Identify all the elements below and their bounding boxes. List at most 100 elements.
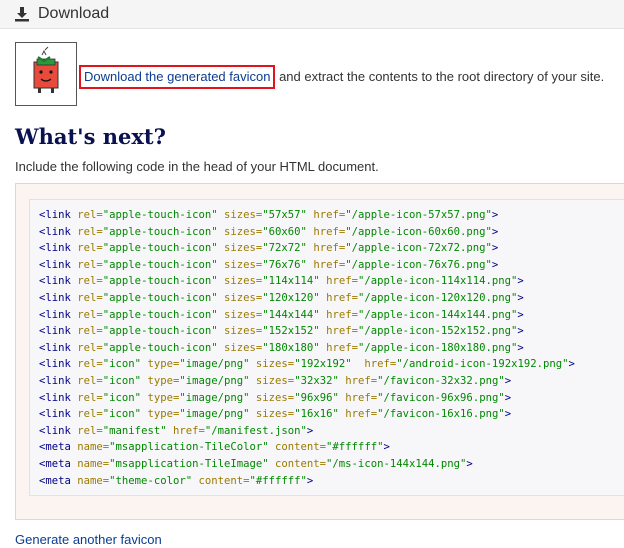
code-token: href= xyxy=(172,424,205,437)
code-token: type= xyxy=(147,391,180,404)
code-token: "#ffffff" xyxy=(249,474,307,487)
download-favicon-link[interactable]: Download the generated favicon xyxy=(79,65,276,89)
code-token: rel= xyxy=(77,258,103,271)
code-token: "apple-touch-icon" xyxy=(102,325,218,338)
code-token: > xyxy=(517,325,524,338)
code-token: "76x76" xyxy=(262,258,307,271)
code-token: "image/png" xyxy=(179,358,250,371)
code-token: "msapplication-TileImage" xyxy=(109,457,269,470)
code-token: "/apple-icon-114x114.png" xyxy=(357,275,518,288)
code-token: "image/png" xyxy=(179,408,250,421)
code-token: sizes= xyxy=(224,291,263,304)
code-token: > xyxy=(504,408,512,421)
code-token: sizes= xyxy=(224,341,263,354)
code-line: <meta name="msapplication-TileColor" con… xyxy=(39,439,624,456)
code-line: <link rel="apple-touch-icon" sizes="144x… xyxy=(39,307,624,324)
code-token: "icon" xyxy=(102,391,142,404)
code-token: > xyxy=(491,225,499,238)
code-token: <link xyxy=(39,341,71,354)
code-token: sizes= xyxy=(224,209,263,221)
code-token: "apple-touch-icon" xyxy=(102,341,218,354)
download-instructions: Download the generated favicon and extra… xyxy=(79,65,604,89)
code-token: href= xyxy=(345,391,378,404)
code-token: "/android-icon-192x192.png" xyxy=(396,358,569,371)
code-token: <link xyxy=(39,424,71,437)
code-token: sizes= xyxy=(255,408,295,421)
code-token: name= xyxy=(77,441,110,454)
code-token: > xyxy=(383,441,390,454)
code-token: <link xyxy=(39,391,71,404)
code-token: "msapplication-TileColor" xyxy=(109,441,269,454)
code-token: type= xyxy=(147,408,180,421)
code-token: <link xyxy=(39,408,71,421)
code-token: "apple-touch-icon" xyxy=(102,308,218,321)
code-token: sizes= xyxy=(255,391,295,404)
code-token: > xyxy=(466,457,473,470)
code-token: rel= xyxy=(77,374,103,387)
code-token: sizes= xyxy=(224,308,263,321)
code-token: href= xyxy=(345,374,378,387)
code-token: rel= xyxy=(77,291,103,304)
code-token: <link xyxy=(39,225,71,238)
code-line: <link rel="apple-touch-icon" sizes="180x… xyxy=(39,340,624,357)
download-header: Download xyxy=(0,0,624,29)
code-token: "152x152" xyxy=(262,325,320,338)
code-token: sizes= xyxy=(224,258,263,271)
code-token: content= xyxy=(275,441,327,454)
code-token: "icon" xyxy=(102,408,142,421)
code-token: rel= xyxy=(77,225,103,238)
code-line: <link rel="apple-touch-icon" sizes="72x7… xyxy=(39,240,624,257)
code-token: <link xyxy=(39,242,71,255)
favicon-image-icon xyxy=(33,46,59,93)
code-token: "/ms-icon-144x144.png" xyxy=(326,457,467,470)
code-token: type= xyxy=(147,358,180,371)
code-line: <meta name="msapplication-TileImage" con… xyxy=(39,456,624,473)
code-token: > xyxy=(491,242,499,255)
code-line: <meta name="theme-color" content="#fffff… xyxy=(39,473,624,490)
code-token: rel= xyxy=(77,391,103,404)
code-block[interactable]: <link rel="apple-touch-icon" sizes="57x5… xyxy=(29,199,624,496)
download-instructions-text: and extract the contents to the root dir… xyxy=(275,69,605,84)
code-token: href= xyxy=(313,209,346,221)
code-token: > xyxy=(517,341,524,354)
code-line: <link rel="icon" type="image/png" sizes=… xyxy=(39,406,624,423)
code-token: content= xyxy=(198,474,250,487)
code-token: "theme-color" xyxy=(109,474,193,487)
code-token: "72x72" xyxy=(262,242,307,255)
code-token: sizes= xyxy=(224,275,263,288)
code-token: "32x32" xyxy=(294,374,339,387)
code-token: <link xyxy=(39,258,71,271)
code-token: <meta xyxy=(39,457,71,470)
generate-another-link[interactable]: Generate another favicon xyxy=(15,532,162,547)
code-token: "icon" xyxy=(102,374,142,387)
code-line: <link rel="icon" type="image/png" sizes=… xyxy=(39,390,624,407)
code-token: "manifest" xyxy=(102,424,167,437)
code-token: "apple-touch-icon" xyxy=(102,291,218,304)
code-token: > xyxy=(504,374,512,387)
code-token: > xyxy=(517,308,524,321)
code-token: rel= xyxy=(77,308,103,321)
code-token: href= xyxy=(326,291,358,304)
code-token: <link xyxy=(39,374,71,387)
code-token: rel= xyxy=(77,325,103,338)
code-token: "icon" xyxy=(102,358,142,371)
code-token: <link xyxy=(39,291,71,304)
code-token: href= xyxy=(326,341,358,354)
code-token: "96x96" xyxy=(294,391,339,404)
code-token: "apple-touch-icon" xyxy=(102,209,218,221)
code-token: "/apple-icon-60x60.png" xyxy=(345,225,492,238)
code-token: > xyxy=(306,424,314,437)
code-token: "144x144" xyxy=(262,308,320,321)
code-token: "/apple-icon-57x57.png" xyxy=(345,209,492,221)
download-icon xyxy=(14,6,30,22)
code-token: "apple-touch-icon" xyxy=(102,258,218,271)
code-line: <link rel="manifest" href="/manifest.jso… xyxy=(39,423,624,440)
code-token: rel= xyxy=(77,358,103,371)
code-token: "/favicon-32x32.png" xyxy=(377,374,505,387)
code-token: href= xyxy=(326,275,358,288)
code-line: <link rel="icon" type="image/png" sizes=… xyxy=(39,373,624,390)
code-token: type= xyxy=(147,374,180,387)
code-token: "/apple-icon-120x120.png" xyxy=(357,291,518,304)
code-token: <link xyxy=(39,358,71,371)
